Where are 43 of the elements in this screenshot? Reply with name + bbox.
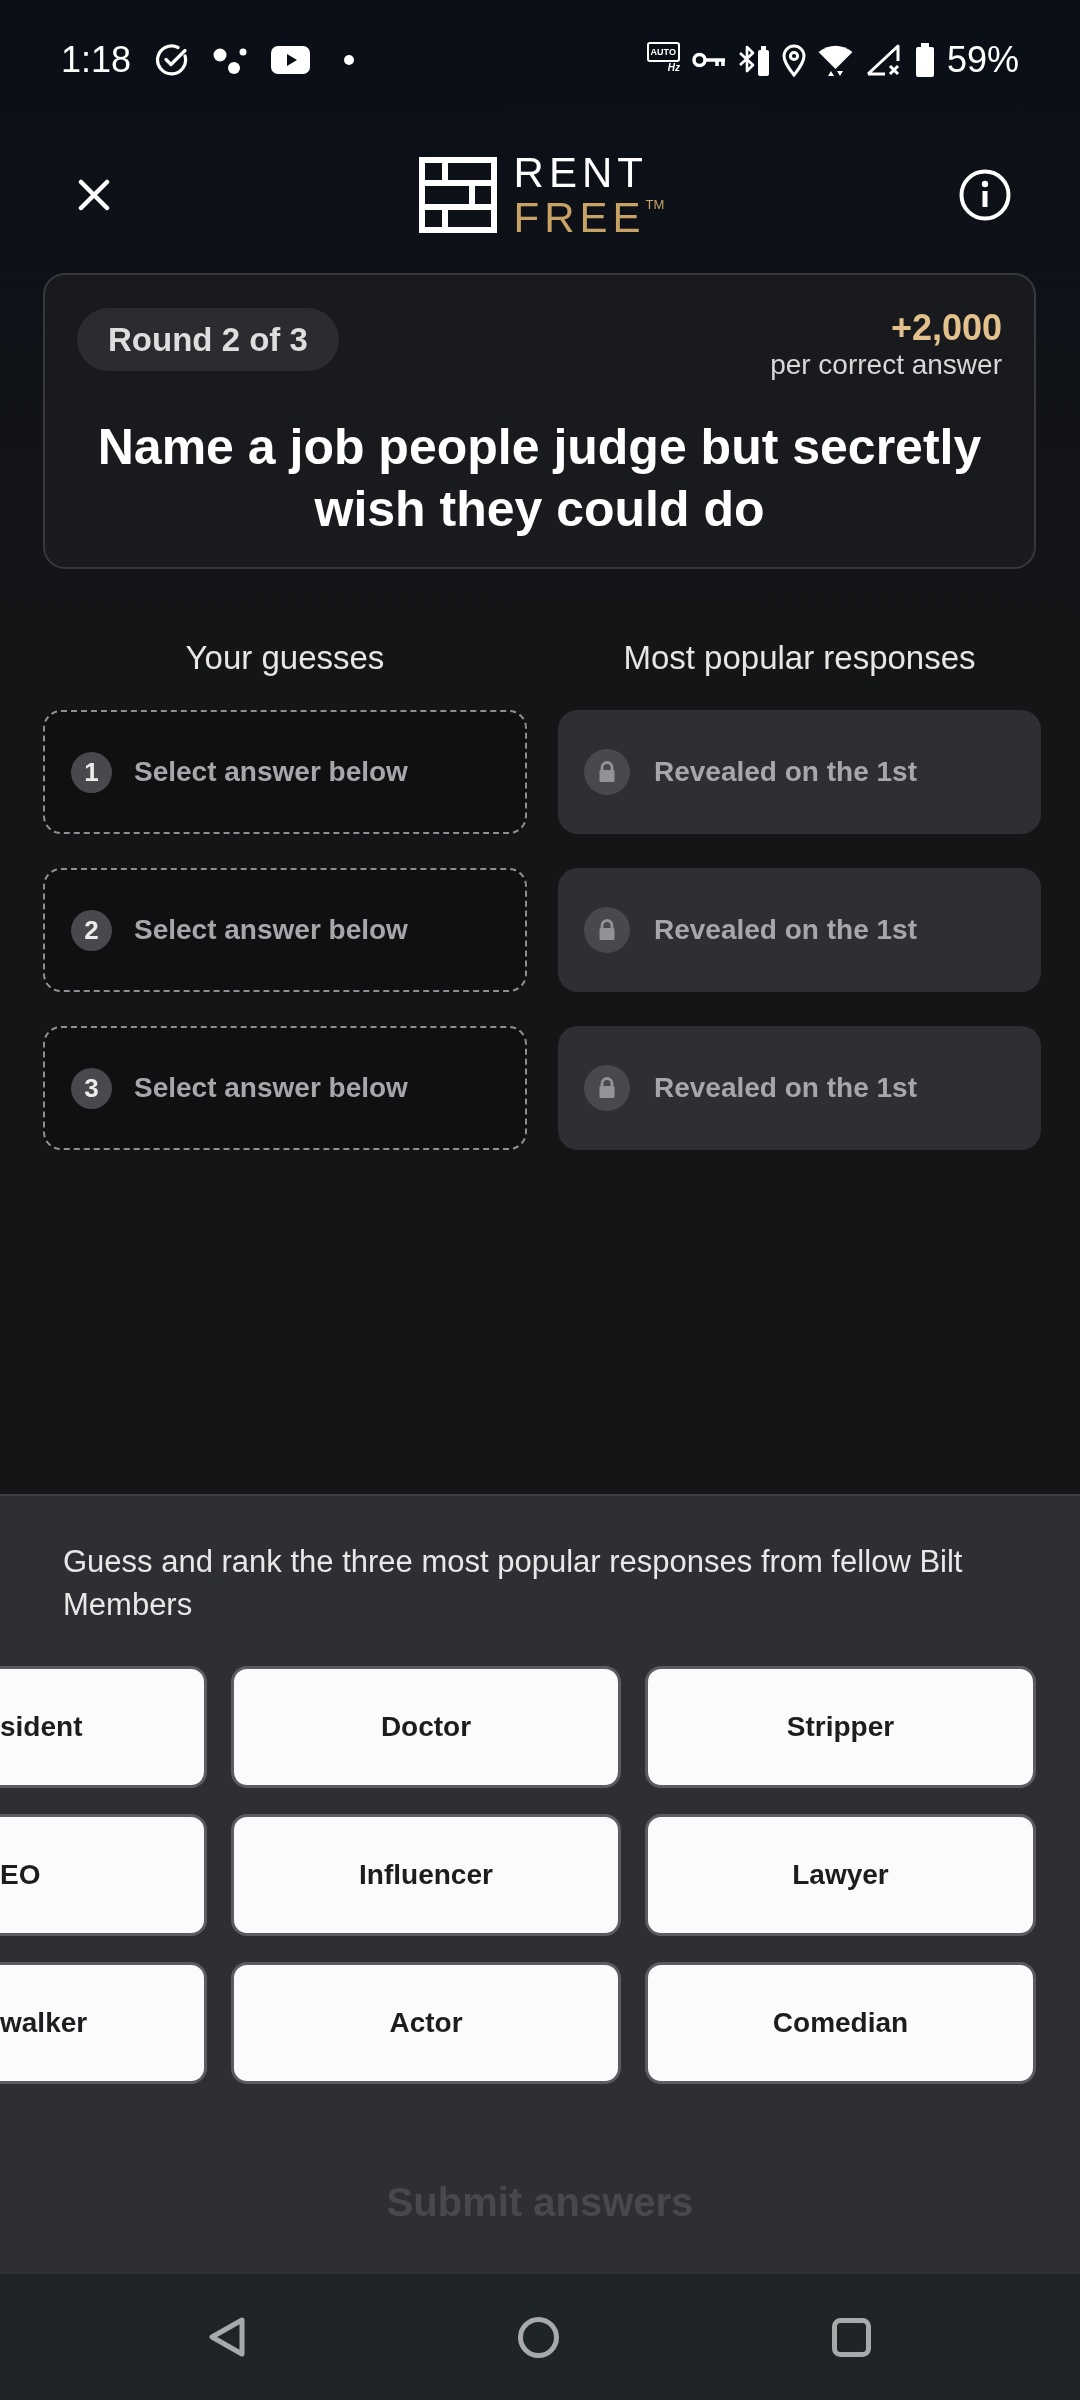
recents-icon[interactable] bbox=[832, 2317, 871, 2357]
column-heading: Most popular responses bbox=[622, 638, 977, 678]
rank-number: 2 bbox=[71, 909, 112, 951]
answer-option[interactable]: Stripper bbox=[645, 1666, 1036, 1788]
info-icon[interactable] bbox=[959, 169, 1011, 221]
answer-slot[interactable]: 3 Select answer below bbox=[43, 1026, 527, 1150]
reward-amount: +2,000 bbox=[889, 308, 1002, 348]
response-text: Revealed on the 1st bbox=[654, 756, 917, 788]
home-icon[interactable] bbox=[518, 2316, 559, 2358]
battery-percent: 59% bbox=[946, 40, 1019, 80]
answer-option[interactable]: walker bbox=[0, 1962, 207, 2084]
answer-option[interactable]: Comedian bbox=[645, 1962, 1036, 2084]
instruction-text: Guess and rank the three most popular responses from fellow Bilt Members bbox=[63, 1543, 964, 1624]
check-circle-icon bbox=[155, 43, 190, 77]
location-pin-icon bbox=[781, 43, 806, 77]
rank-number: 3 bbox=[71, 1067, 112, 1109]
brick-wall-icon bbox=[418, 157, 497, 233]
key-icon bbox=[691, 50, 726, 70]
back-icon[interactable] bbox=[209, 2317, 245, 2357]
play-icon bbox=[271, 46, 311, 74]
bluetooth-battery-icon bbox=[737, 43, 770, 77]
dot-icon bbox=[344, 55, 355, 65]
answer-option[interactable]: EO bbox=[0, 1814, 207, 1936]
rank-number: 1 bbox=[71, 751, 112, 793]
logo-wordmark: RENT FREE$^{TM}$ bbox=[513, 150, 665, 240]
question-text: Name a job people judge but secretly wish they could do bbox=[96, 418, 983, 539]
close-icon[interactable] bbox=[78, 179, 110, 211]
answer-option[interactable]: sident bbox=[0, 1666, 207, 1788]
response-text: Revealed on the 1st bbox=[654, 1072, 917, 1104]
answer-slot[interactable]: 2 Select answer below bbox=[43, 868, 527, 992]
answer-option[interactable]: Actor bbox=[231, 1962, 621, 2084]
reward-caption: per correct answer bbox=[770, 348, 1002, 382]
answer-option[interactable]: Lawyer bbox=[645, 1814, 1036, 1936]
answer-option[interactable]: Influencer bbox=[231, 1814, 621, 1936]
answer-option[interactable]: Doctor bbox=[231, 1666, 621, 1788]
answer-slot[interactable]: 1 Select answer below bbox=[43, 710, 527, 834]
status-time: 1:18 bbox=[61, 40, 132, 80]
response-text: Revealed on the 1st bbox=[654, 914, 917, 946]
column-heading: Your guesses bbox=[184, 638, 386, 678]
signal-icon bbox=[864, 43, 903, 77]
battery-icon bbox=[914, 43, 935, 77]
round-label: Round 2 of 3 bbox=[77, 308, 339, 371]
wifi-icon bbox=[817, 44, 853, 76]
